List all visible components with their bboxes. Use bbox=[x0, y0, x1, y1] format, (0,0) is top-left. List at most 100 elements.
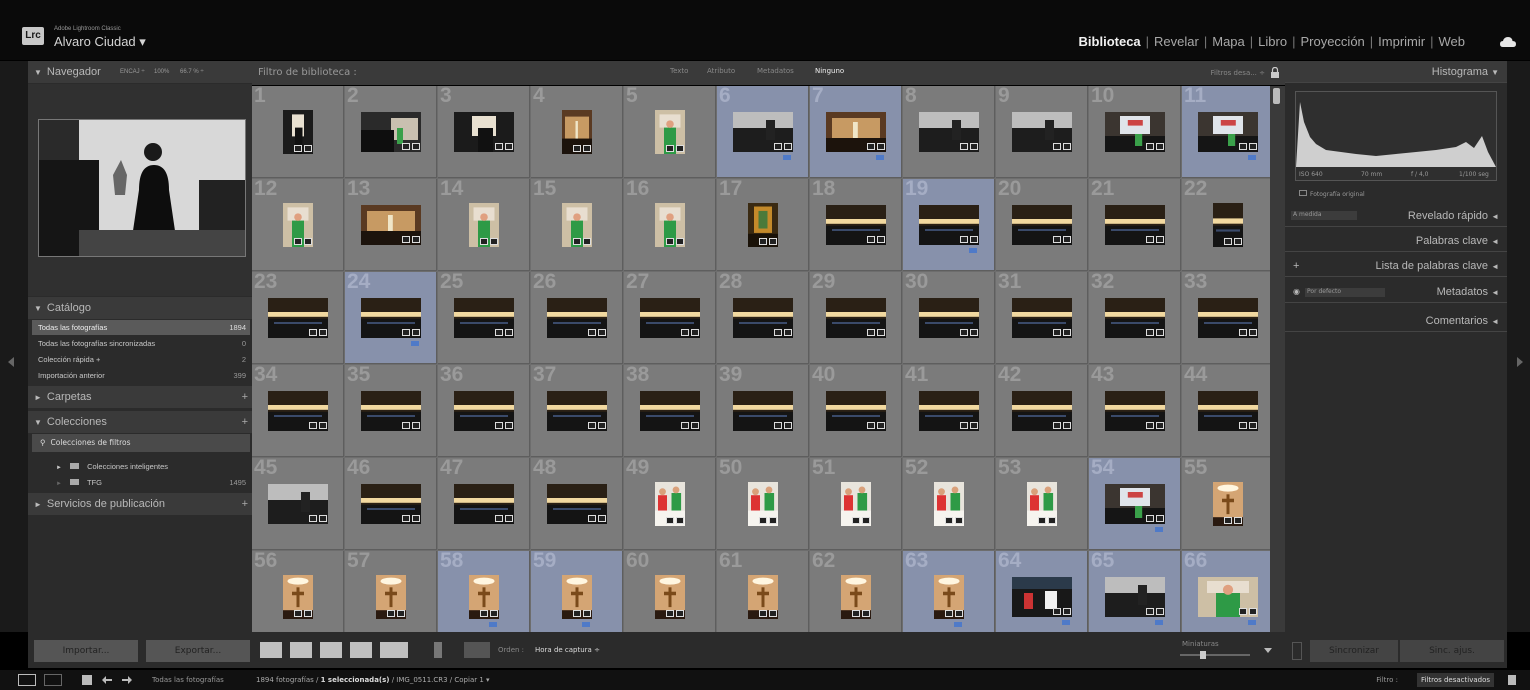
metadata-badge-icon[interactable] bbox=[309, 422, 317, 429]
grid-cell[interactable]: 43 bbox=[1089, 365, 1181, 457]
survey-view-icon[interactable] bbox=[350, 642, 372, 658]
keyword-list-header[interactable]: + Lista de palabras clave ◄ bbox=[1285, 255, 1507, 277]
crop-badge-icon[interactable] bbox=[1234, 517, 1242, 524]
toolbar-menu-arrow-icon[interactable] bbox=[1264, 648, 1272, 653]
metadata-badge-icon[interactable] bbox=[1146, 515, 1154, 522]
crop-badge-icon[interactable] bbox=[304, 238, 312, 245]
grid-cell[interactable]: 9 bbox=[996, 86, 1088, 178]
cloud-icon[interactable] bbox=[1500, 37, 1516, 47]
crop-badge-icon[interactable] bbox=[1063, 422, 1071, 429]
metadata-badge-icon[interactable] bbox=[387, 610, 395, 617]
metadata-badge-icon[interactable] bbox=[945, 610, 953, 617]
main-window-icon[interactable] bbox=[18, 674, 36, 686]
grid-cell[interactable]: 5 bbox=[624, 86, 716, 178]
crop-badge-icon[interactable] bbox=[1063, 608, 1071, 615]
grid-cell[interactable]: 12 bbox=[252, 179, 344, 271]
add-keyword-icon[interactable]: + bbox=[1293, 255, 1299, 277]
crop-badge-icon[interactable] bbox=[1249, 329, 1257, 336]
grid-cell[interactable]: 44 bbox=[1182, 365, 1270, 457]
sync-button[interactable]: Sincronizar bbox=[1310, 640, 1398, 662]
catalog-item[interactable]: Importación anterior 399 bbox=[32, 368, 250, 383]
grid-cell[interactable]: 49 bbox=[624, 458, 716, 550]
crop-badge-icon[interactable] bbox=[412, 422, 420, 429]
metadata-badge-icon[interactable] bbox=[1053, 143, 1061, 150]
metadata-badge-icon[interactable] bbox=[573, 610, 581, 617]
metadata-badge-icon[interactable] bbox=[852, 610, 860, 617]
folders-header[interactable]: ► Carpetas + bbox=[28, 386, 252, 408]
crop-badge-icon[interactable] bbox=[490, 238, 498, 245]
metadata-badge-icon[interactable] bbox=[495, 329, 503, 336]
crop-badge-icon[interactable] bbox=[412, 329, 420, 336]
metadata-badge-icon[interactable] bbox=[1146, 422, 1154, 429]
crop-badge-icon[interactable] bbox=[877, 236, 885, 243]
sort-order-select[interactable]: Hora de captura ÷ bbox=[535, 646, 600, 654]
crop-badge-icon[interactable] bbox=[598, 329, 606, 336]
grid-cell[interactable]: 29 bbox=[810, 272, 902, 364]
crop-badge-icon[interactable] bbox=[583, 145, 591, 152]
metadata-badge-icon[interactable] bbox=[774, 422, 782, 429]
metadata-badge-icon[interactable] bbox=[681, 422, 689, 429]
metadata-badge-icon[interactable] bbox=[666, 517, 674, 524]
metadata-badge-icon[interactable] bbox=[402, 236, 410, 243]
histogram-header[interactable]: Histograma ▼ bbox=[1285, 61, 1507, 83]
metadata-badge-icon[interactable] bbox=[1239, 143, 1247, 150]
module-4[interactable]: Proyección bbox=[1295, 34, 1369, 49]
grid-cell[interactable]: 35 bbox=[345, 365, 437, 457]
crop-badge-icon[interactable] bbox=[505, 422, 513, 429]
metadata-badge-icon[interactable] bbox=[1053, 422, 1061, 429]
grid-cell[interactable]: 2 bbox=[345, 86, 437, 178]
crop-badge-icon[interactable] bbox=[970, 236, 978, 243]
filter-tab-metadata[interactable]: Metadatos bbox=[757, 67, 794, 75]
grid-view-icon[interactable] bbox=[260, 642, 282, 658]
crop-badge-icon[interactable] bbox=[583, 610, 591, 617]
crop-badge-icon[interactable] bbox=[1249, 608, 1257, 615]
crop-badge-icon[interactable] bbox=[862, 517, 870, 524]
grid-cell[interactable]: 8 bbox=[903, 86, 995, 178]
metadata-badge-icon[interactable] bbox=[1053, 329, 1061, 336]
crop-badge-icon[interactable] bbox=[505, 143, 513, 150]
grid-cell[interactable]: 60 bbox=[624, 551, 716, 632]
tfg-collection-item[interactable]: ► TFG 1495 bbox=[32, 475, 250, 490]
grid-cell[interactable]: 64 bbox=[996, 551, 1088, 632]
crop-badge-icon[interactable] bbox=[598, 422, 606, 429]
metadata-badge-icon[interactable] bbox=[681, 329, 689, 336]
crop-badge-icon[interactable] bbox=[769, 238, 777, 245]
painter-icon[interactable] bbox=[434, 642, 442, 658]
crop-badge-icon[interactable] bbox=[1063, 143, 1071, 150]
crop-badge-icon[interactable] bbox=[1156, 515, 1164, 522]
grid-cell[interactable]: 24 bbox=[345, 272, 437, 364]
crop-badge-icon[interactable] bbox=[691, 422, 699, 429]
compare-view-icon[interactable] bbox=[320, 642, 342, 658]
grid-cell[interactable]: 11 bbox=[1182, 86, 1270, 178]
crop-badge-icon[interactable] bbox=[676, 145, 684, 152]
crop-badge-icon[interactable] bbox=[304, 145, 312, 152]
crop-badge-icon[interactable] bbox=[1249, 143, 1257, 150]
grid-cell[interactable]: 61 bbox=[717, 551, 809, 632]
grid-cell[interactable]: 51 bbox=[810, 458, 902, 550]
grid-cell[interactable]: 53 bbox=[996, 458, 1088, 550]
grid-cell[interactable]: 46 bbox=[345, 458, 437, 550]
catalog-item[interactable]: Todas las fotografías 1894 bbox=[32, 320, 250, 335]
filmstrip-filter-select[interactable]: Filtros desactivados bbox=[1416, 673, 1494, 687]
crop-badge-icon[interactable] bbox=[505, 515, 513, 522]
sort-direction-icon[interactable] bbox=[464, 642, 490, 658]
metadata-badge-icon[interactable] bbox=[309, 329, 317, 336]
crop-badge-icon[interactable] bbox=[1156, 143, 1164, 150]
metadata-badge-icon[interactable] bbox=[867, 236, 875, 243]
metadata-badge-icon[interactable] bbox=[1146, 236, 1154, 243]
crop-badge-icon[interactable] bbox=[862, 610, 870, 617]
grid-cell[interactable]: 62 bbox=[810, 551, 902, 632]
filter-presets[interactable]: Filtros desa... ÷ bbox=[1211, 61, 1265, 85]
grid-cell[interactable]: 54 bbox=[1089, 458, 1181, 550]
crop-badge-icon[interactable] bbox=[505, 329, 513, 336]
metadata-badge-icon[interactable] bbox=[666, 238, 674, 245]
collections-header[interactable]: ▼ Colecciones + bbox=[28, 411, 252, 433]
grid-scroll-thumb[interactable] bbox=[1273, 88, 1280, 104]
crop-badge-icon[interactable] bbox=[1249, 422, 1257, 429]
grid-cell[interactable]: 42 bbox=[996, 365, 1088, 457]
grid-cell[interactable]: 10 bbox=[1089, 86, 1181, 178]
crop-badge-icon[interactable] bbox=[676, 517, 684, 524]
crop-badge-icon[interactable] bbox=[583, 238, 591, 245]
grid-cell[interactable]: 57 bbox=[345, 551, 437, 632]
grid-cell[interactable]: 45 bbox=[252, 458, 344, 550]
